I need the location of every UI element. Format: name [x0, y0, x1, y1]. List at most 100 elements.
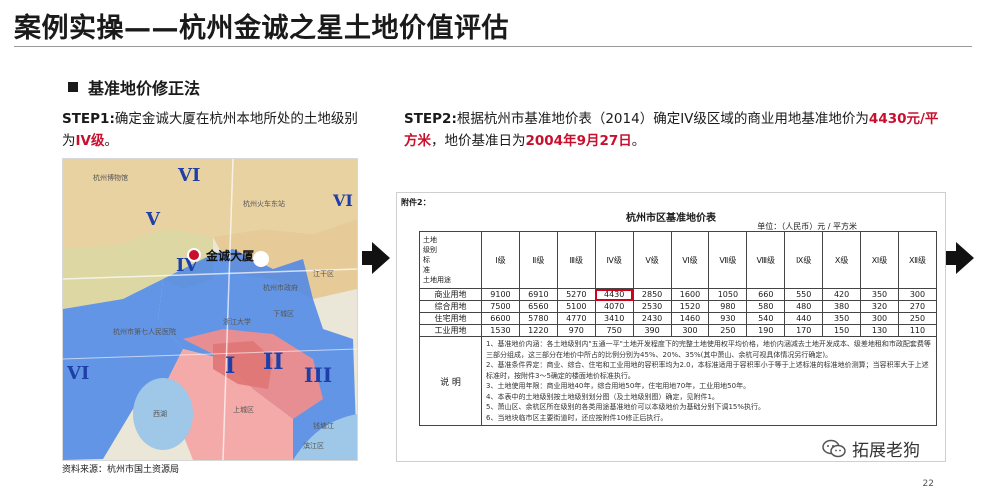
- map-place-label: 杭州市政府: [263, 284, 298, 292]
- page-title: 案例实操——杭州金诚之星土地价值评估: [14, 13, 509, 44]
- grade-header: Ⅴ级: [632, 231, 672, 289]
- grade-header: Ⅱ级: [518, 231, 558, 289]
- price-cell: 390: [632, 324, 672, 337]
- grade-header: Ⅷ级: [746, 231, 786, 289]
- zone-label: III: [304, 363, 333, 387]
- map-source: 资料来源：杭州市国土资源局: [62, 465, 180, 475]
- grade-header: Ⅶ级: [708, 231, 748, 289]
- corner-line: 准: [423, 266, 430, 274]
- note-line: 2、基准条件界定：商业、综合、住宅和工业用地的容积率均为2.0，本标准适用于容积…: [486, 361, 929, 380]
- corner-line: 土地用途: [423, 276, 451, 284]
- price-cell: 350: [860, 288, 899, 301]
- step2-body-1: 根据杭州市基准地价表（2014）确定IV级区域的商业用地基准地价为: [456, 111, 869, 127]
- price-cell: 9100: [481, 288, 520, 301]
- price-cell: 2430: [632, 312, 672, 325]
- attachment-label: 附件2：: [401, 198, 431, 207]
- grade-header: Ⅰ级: [481, 231, 520, 289]
- map-place-label: 江干区: [313, 270, 334, 278]
- price-cell: 980: [708, 300, 748, 313]
- price-cell: 440: [784, 312, 824, 325]
- notes-label: 说 明: [419, 336, 482, 426]
- price-cell: 1520: [670, 300, 710, 313]
- price-cell: 1600: [670, 288, 710, 301]
- grade-header: Ⅺ级: [860, 231, 899, 289]
- base-land-price-table: 土地 级别 标 准 土地用途 Ⅰ级 Ⅱ级 Ⅲ级 Ⅳ级 Ⅴ级 Ⅵ级 Ⅶ级 Ⅷ级 Ⅸ…: [419, 231, 938, 426]
- table-title: 杭州市区基准地价表: [626, 213, 716, 224]
- price-cell: 300: [897, 288, 938, 301]
- step2-label: STEP2:: [404, 111, 457, 127]
- zone-label: VI: [178, 165, 201, 186]
- corner-line: 土地: [423, 236, 437, 244]
- wechat-watermark: 拓展老狗: [822, 436, 920, 461]
- highlighted-price-cell: 4430: [594, 288, 634, 301]
- step2-end: 。: [631, 133, 646, 149]
- zone-label: I: [225, 353, 236, 379]
- price-cell: 3410: [594, 312, 634, 325]
- price-cell: 190: [746, 324, 786, 337]
- price-cell: 170: [784, 324, 824, 337]
- price-cell: 150: [822, 324, 862, 337]
- map-place-label: 浙江大学: [223, 318, 251, 326]
- location-marker-icon: [187, 248, 201, 262]
- step1-grade: IV级: [75, 133, 105, 149]
- price-cell: 6600: [481, 312, 520, 325]
- watermark-text: 拓展老狗: [852, 441, 920, 461]
- notes-cell: 1、基准地价内涵：各土地级别内"五通一平"土地开发程度下的完整土地使用权平均价格…: [481, 336, 937, 426]
- grade-header: Ⅲ级: [556, 231, 596, 289]
- price-cell: 970: [556, 324, 596, 337]
- price-cell: 7500: [481, 300, 520, 313]
- table-row: 工业用地 1530 1220 970 750 390 300 250 190 1…: [419, 324, 938, 337]
- map-place-label: 滨江区: [303, 442, 324, 450]
- price-cell: 480: [784, 300, 824, 313]
- price-cell: 4070: [594, 300, 634, 313]
- price-cell: 5100: [556, 300, 596, 313]
- price-cell: 110: [897, 324, 938, 337]
- price-cell: 1220: [518, 324, 558, 337]
- note-line: 3、土地使用年限：商业用地40年，综合用地50年，住宅用地70年，工业用地50年…: [486, 382, 751, 390]
- table-row: 商业用地 9100 6910 5270 4430 2850 1600 1050 …: [419, 288, 938, 301]
- grade-header: Ⅵ级: [670, 231, 710, 289]
- price-cell: 1050: [708, 288, 748, 301]
- zone-label: VI: [333, 191, 353, 210]
- step1-text: STEP1:确定金诚大厦在杭州本地所处的土地级别为IV级。: [62, 108, 362, 152]
- price-cell: 540: [746, 312, 786, 325]
- step2-date: 2004年9月27日: [525, 133, 632, 149]
- wechat-icon: [822, 439, 846, 457]
- section-heading-text: 基准地价修正法: [88, 79, 201, 98]
- map-place-label: 下城区: [273, 310, 294, 318]
- grade-header: Ⅹ级: [822, 231, 862, 289]
- note-line: 5、萧山区、余杭区所在级别的各类用途基准地价可以本级地价为基础分别下调15%执行…: [486, 403, 766, 411]
- price-cell: 420: [822, 288, 862, 301]
- corner-line: 标: [423, 256, 430, 264]
- price-cell: 580: [746, 300, 786, 313]
- zone-label: V: [146, 209, 160, 230]
- note-line: 6、当地块临市区主要街道时，还应按附件10修正后执行。: [486, 413, 668, 422]
- price-cell: 380: [822, 300, 862, 313]
- table-header-row: 土地 级别 标 准 土地用途 Ⅰ级 Ⅱ级 Ⅲ级 Ⅳ级 Ⅴ级 Ⅵ级 Ⅶ级 Ⅷ级 Ⅸ…: [419, 231, 938, 289]
- page-number: 22: [922, 479, 934, 489]
- marker-label: 金诚大厦: [206, 249, 255, 263]
- step2-body-2: ，地价基准日为: [431, 133, 526, 149]
- price-cell: 350: [822, 312, 862, 325]
- price-cell: 2530: [632, 300, 672, 313]
- grade-header: Ⅻ级: [897, 231, 938, 289]
- corner-line: 级别: [423, 246, 437, 254]
- table-row: 住宅用地 6600 5780 4770 3410 2430 1460 930 5…: [419, 312, 938, 325]
- zone-label: II: [263, 349, 284, 375]
- map-place-label: 西湖: [153, 410, 167, 418]
- map-place-label: 杭州市第七人民医院: [113, 328, 176, 336]
- price-cell: 4770: [556, 312, 596, 325]
- section-heading: 基准地价修正法: [68, 75, 200, 99]
- price-cell: 2850: [632, 288, 672, 301]
- price-cell: 6910: [518, 288, 558, 301]
- price-cell: 5780: [518, 312, 558, 325]
- table-corner-header: 土地 级别 标 准 土地用途: [419, 231, 482, 289]
- price-cell: 1530: [481, 324, 520, 337]
- price-cell: 270: [897, 300, 938, 313]
- price-cell: 1460: [670, 312, 710, 325]
- map-place-label: 杭州火车东站: [243, 200, 285, 208]
- step1-end: 。: [104, 133, 118, 149]
- price-cell: 930: [708, 312, 748, 325]
- arrow-right-icon: [362, 242, 390, 274]
- price-cell: 550: [784, 288, 824, 301]
